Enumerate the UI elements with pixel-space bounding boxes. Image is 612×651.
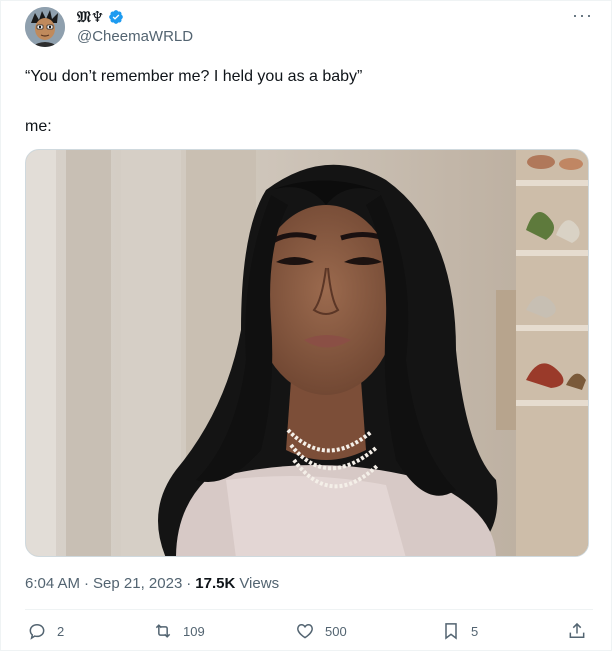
reply-button[interactable]: 2 xyxy=(27,621,64,641)
like-button[interactable]: 500 xyxy=(295,621,347,641)
meta-separator: · xyxy=(84,575,90,592)
tweet-text-line1: “You don’t remember me? I held you as a … xyxy=(25,68,363,85)
views-label: Views xyxy=(239,575,280,592)
author-display-name[interactable]: 𝔐♆ xyxy=(77,8,104,26)
share-button[interactable] xyxy=(567,621,587,641)
tweet-text-line2: me: xyxy=(25,118,52,135)
bookmark-count: 5 xyxy=(471,623,479,639)
tweet-meta: 6:04 AM · Sep 21, 2023 · 17.5K Views xyxy=(25,575,279,592)
retweet-icon xyxy=(155,624,171,638)
bookmark-button[interactable]: 5 xyxy=(441,621,478,641)
reply-count: 2 xyxy=(57,623,65,639)
tweet-actions-bar: 2 109 500 5 xyxy=(25,621,589,647)
heart-icon xyxy=(297,623,313,639)
tweet-card: 𝔐♆ @CheemaWRLD ··· “You don’t remember m… xyxy=(0,0,612,651)
views-count: 17.5K xyxy=(195,575,236,592)
like-count: 500 xyxy=(325,623,347,639)
share-icon xyxy=(569,622,585,638)
tweet-date[interactable]: Sep 21, 2023 xyxy=(93,575,182,592)
bookmark-icon xyxy=(445,623,457,640)
tweet-time[interactable]: 6:04 AM xyxy=(25,575,80,592)
tweet-photo[interactable] xyxy=(25,149,589,557)
divider xyxy=(25,609,593,610)
more-dots-icon[interactable]: ··· xyxy=(572,5,593,26)
meta-separator: · xyxy=(186,575,192,592)
author-avatar[interactable] xyxy=(25,7,65,47)
retweet-button[interactable]: 109 xyxy=(153,621,205,641)
retweet-count: 109 xyxy=(183,623,205,639)
verified-badge-icon xyxy=(108,9,124,25)
reply-icon xyxy=(29,623,45,640)
cartoon-avatar-icon xyxy=(25,7,65,47)
author-handle[interactable]: @CheemaWRLD xyxy=(77,28,193,45)
woman-portrait-photo xyxy=(26,150,588,556)
author-name-row[interactable]: 𝔐♆ xyxy=(77,8,124,26)
